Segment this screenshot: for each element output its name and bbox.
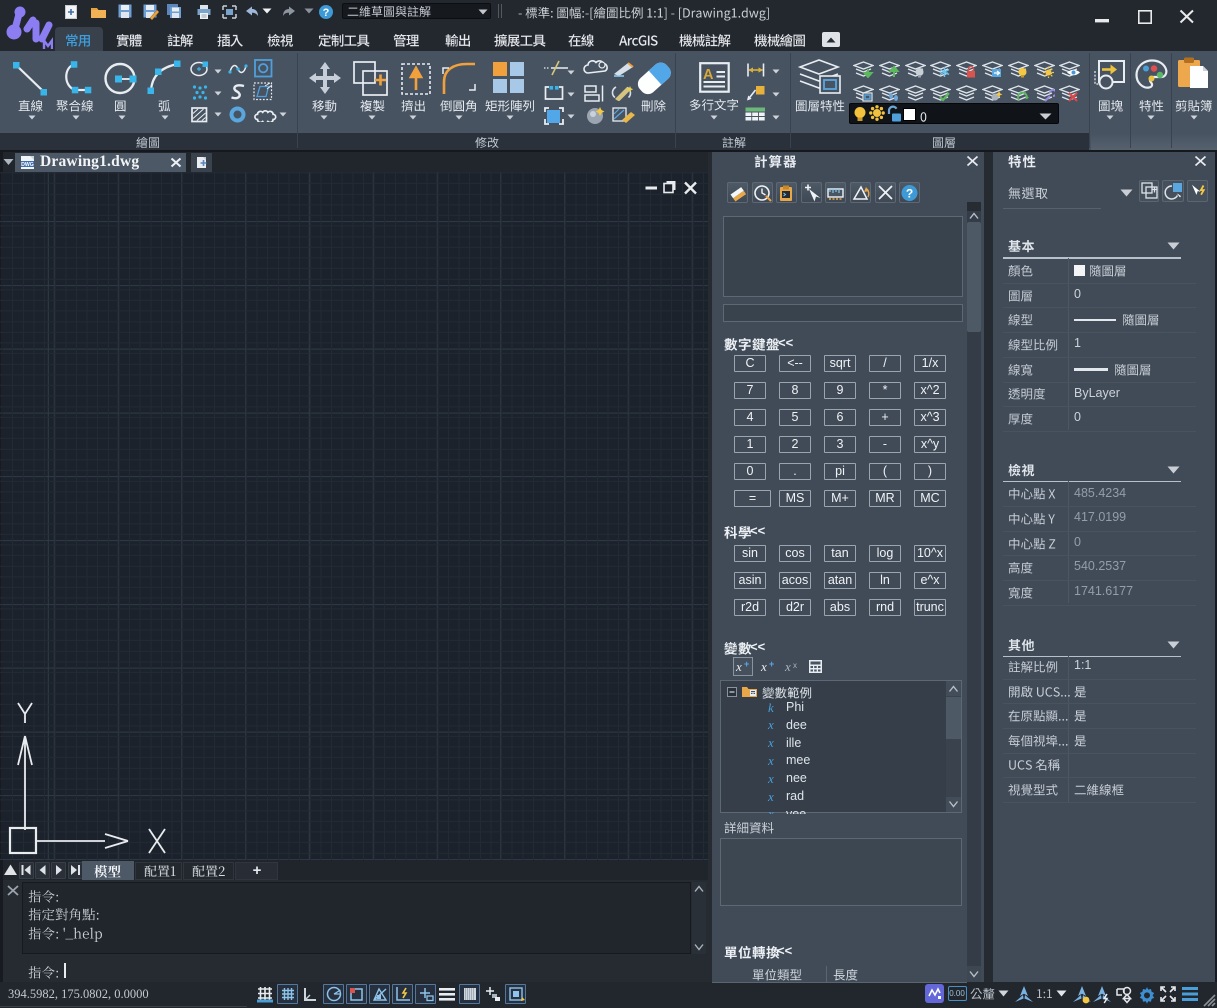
svg-text:DWG: DWG [21,162,34,168]
svg-text:+: + [769,659,774,669]
svg-text:A: A [703,67,714,83]
svg-text:x: x [760,659,767,674]
svg-text:+: + [744,659,749,669]
svg-text:x: x [784,659,791,674]
svg-text:x: x [793,661,797,670]
svg-text:x: x [735,659,742,674]
svg-text:?: ? [323,7,330,19]
svg-text:?: ? [906,187,913,201]
